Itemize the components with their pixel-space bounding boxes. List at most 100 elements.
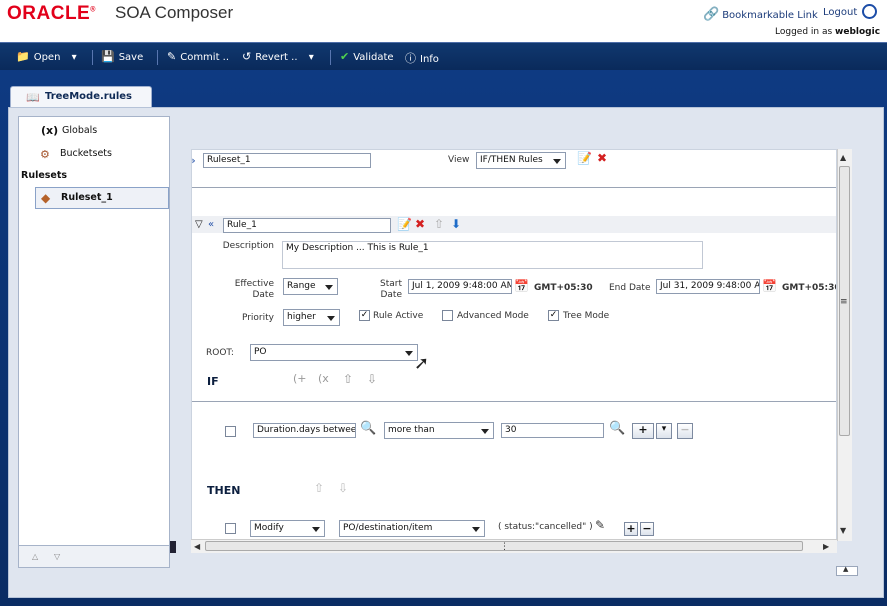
description-label: Description xyxy=(222,241,274,251)
calendar-icon[interactable]: 📅 xyxy=(762,280,777,292)
ruleset-name-input[interactable]: Ruleset_1 xyxy=(203,153,371,168)
tab-label: TreeMode.rules xyxy=(45,91,132,102)
if-label: IF xyxy=(207,375,219,388)
tree-mode-checkbox[interactable]: ✓ xyxy=(548,310,559,321)
rules-navigator: (x) Globals ⚙ Bucketsets Rulesets ◆ Rule… xyxy=(18,116,170,568)
toolbar-divider xyxy=(92,50,93,65)
bookmarkable-link[interactable]: 🔗 Bookmarkable Link xyxy=(703,7,818,22)
action-checkbox[interactable] xyxy=(225,523,236,534)
expand-rule-icon[interactable]: ▽ xyxy=(195,219,203,231)
link-icon: 🔗 xyxy=(703,7,720,22)
add-rule-icon[interactable]: 📝 xyxy=(397,218,412,230)
revert-menu-button[interactable]: ↺ Revert .. ▾ xyxy=(242,50,314,63)
operator-select[interactable]: more than xyxy=(384,422,494,439)
start-date-label: Start Date xyxy=(380,279,402,300)
rule-active-checkbox[interactable]: ✓ xyxy=(359,310,370,321)
mouse-cursor-icon: ➚ xyxy=(414,353,430,374)
move-down-icon[interactable]: ⇩ xyxy=(367,373,377,385)
start-date-input[interactable]: Jul 1, 2009 9:48:00 AM xyxy=(408,279,512,294)
move-up-icon[interactable]: ⇧ xyxy=(314,482,324,494)
commit-button[interactable]: ✎ Commit .. xyxy=(167,50,229,63)
add-test-dropdown[interactable]: ▾ xyxy=(656,423,672,439)
save-button[interactable]: 💾 Save xyxy=(101,50,143,63)
effective-date-select[interactable]: Range xyxy=(283,278,338,295)
grip-icon: ≡ xyxy=(840,297,848,307)
scroll-right-icon[interactable]: ▶ xyxy=(823,542,829,551)
end-date-input[interactable]: Jul 31, 2009 9:48:00 A xyxy=(656,279,760,294)
chevron-down-icon: ▾ xyxy=(71,52,77,63)
divider xyxy=(192,187,836,188)
effective-date-label: Effective Date xyxy=(234,279,274,300)
priority-label: Priority xyxy=(241,313,274,323)
add-rule-icon[interactable]: 📝 xyxy=(577,152,592,164)
open-menu-button[interactable]: 📁 Open ▾ xyxy=(16,50,77,63)
tab-treemode-rules[interactable]: 📖 TreeMode.rules xyxy=(10,86,152,108)
magnifier-icon[interactable]: 🔍 xyxy=(360,422,376,435)
description-textarea[interactable]: My Description ... This is Rule_1 xyxy=(282,241,703,269)
main-toolbar: 📁 Open ▾ 💾 Save ✎ Commit .. ↺ Revert .. ▾ ✔ V… xyxy=(0,42,887,70)
add-test-button[interactable]: + xyxy=(632,423,654,439)
delete-rule-icon[interactable]: ✖ xyxy=(415,218,425,230)
advanced-mode-label: Advanced Mode xyxy=(457,311,529,321)
remove-action-button[interactable]: − xyxy=(640,522,654,536)
collapse-pane-handle[interactable] xyxy=(170,541,176,553)
nav-item-bucketsets[interactable]: Bucketsets xyxy=(60,148,112,159)
condition-left-operand[interactable]: Duration.days betwee xyxy=(253,423,356,438)
add-condition-icon[interactable]: (+ xyxy=(293,373,307,385)
condition-right-operand[interactable]: 30 xyxy=(501,423,604,438)
collapse-rule-icon[interactable]: « xyxy=(208,219,214,231)
add-action-button[interactable]: + xyxy=(624,522,638,536)
scroll-left-icon[interactable]: ◀ xyxy=(194,542,200,551)
globals-icon: (x) xyxy=(41,124,59,137)
start-timezone: GMT+05:30 xyxy=(534,283,593,293)
tree-mode-label: Tree Mode xyxy=(563,311,610,321)
move-down-icon[interactable]: ▽ xyxy=(54,552,60,561)
move-up-icon[interactable]: △ xyxy=(32,552,38,561)
folder-icon: 📁 xyxy=(16,50,30,63)
checkmark-icon: ✔ xyxy=(340,50,350,63)
commit-icon: ✎ xyxy=(167,50,177,63)
end-date-label: End Date xyxy=(609,283,651,293)
action-select[interactable]: Modify xyxy=(250,520,325,537)
collapse-icon[interactable]: » xyxy=(192,155,196,167)
view-label: View xyxy=(448,155,470,165)
magnifier-icon[interactable]: 🔍 xyxy=(609,422,625,435)
navigator-footer: △ ▽ xyxy=(19,545,169,567)
calendar-icon[interactable]: 📅 xyxy=(514,280,529,292)
app-header: ORACLE® SOA Composer 🔗 Bookmarkable Link … xyxy=(0,0,887,42)
action-target-select[interactable]: PO/destination/item xyxy=(339,520,485,537)
logout-link[interactable]: Logout xyxy=(823,7,857,18)
move-up-icon[interactable]: ⇧ xyxy=(343,373,353,385)
info-icon: ⓘ xyxy=(405,52,416,65)
view-select[interactable]: IF/THEN Rules xyxy=(476,152,566,169)
remove-test-button[interactable]: − xyxy=(677,423,693,439)
chevron-down-icon: ▾ xyxy=(308,52,314,63)
action-expression[interactable]: ( status:"cancelled" ) xyxy=(498,522,593,532)
oracle-o-icon xyxy=(862,4,877,19)
end-timezone: GMT+05:30 xyxy=(782,283,837,293)
rule-name-input[interactable]: Rule_1 xyxy=(223,218,391,233)
info-button[interactable]: ⓘ Info xyxy=(405,50,439,66)
nav-item-globals[interactable]: Globals xyxy=(62,125,97,136)
move-down-icon[interactable]: ⇩ xyxy=(338,482,348,494)
bucketsets-icon: ⚙ xyxy=(40,148,50,161)
priority-select[interactable]: higher xyxy=(283,309,340,326)
remove-condition-icon[interactable]: (x xyxy=(318,373,329,385)
scroll-down-icon[interactable]: ▼ xyxy=(840,526,846,535)
edit-expression-icon[interactable]: ✎ xyxy=(595,519,605,531)
scroll-up-icon[interactable]: ▲ xyxy=(840,153,846,162)
logged-in-status: Logged in as weblogic xyxy=(775,27,881,37)
validate-button[interactable]: ✔ Validate xyxy=(340,50,394,63)
delete-icon[interactable]: ✖ xyxy=(597,152,607,164)
grip-icon: ⋮ xyxy=(500,542,509,552)
condition-checkbox[interactable] xyxy=(225,426,236,437)
root-select[interactable]: PO xyxy=(250,344,418,361)
oracle-logo: ORACLE® xyxy=(7,3,96,24)
chevron-up-icon: ▲ xyxy=(843,565,849,573)
advanced-mode-checkbox[interactable] xyxy=(442,310,453,321)
save-icon: 💾 xyxy=(101,50,115,63)
move-down-icon[interactable]: ⬇ xyxy=(451,218,461,230)
toolbar-divider xyxy=(157,50,158,65)
move-up-icon[interactable]: ⇧ xyxy=(434,218,444,230)
splitter[interactable] xyxy=(170,116,176,568)
